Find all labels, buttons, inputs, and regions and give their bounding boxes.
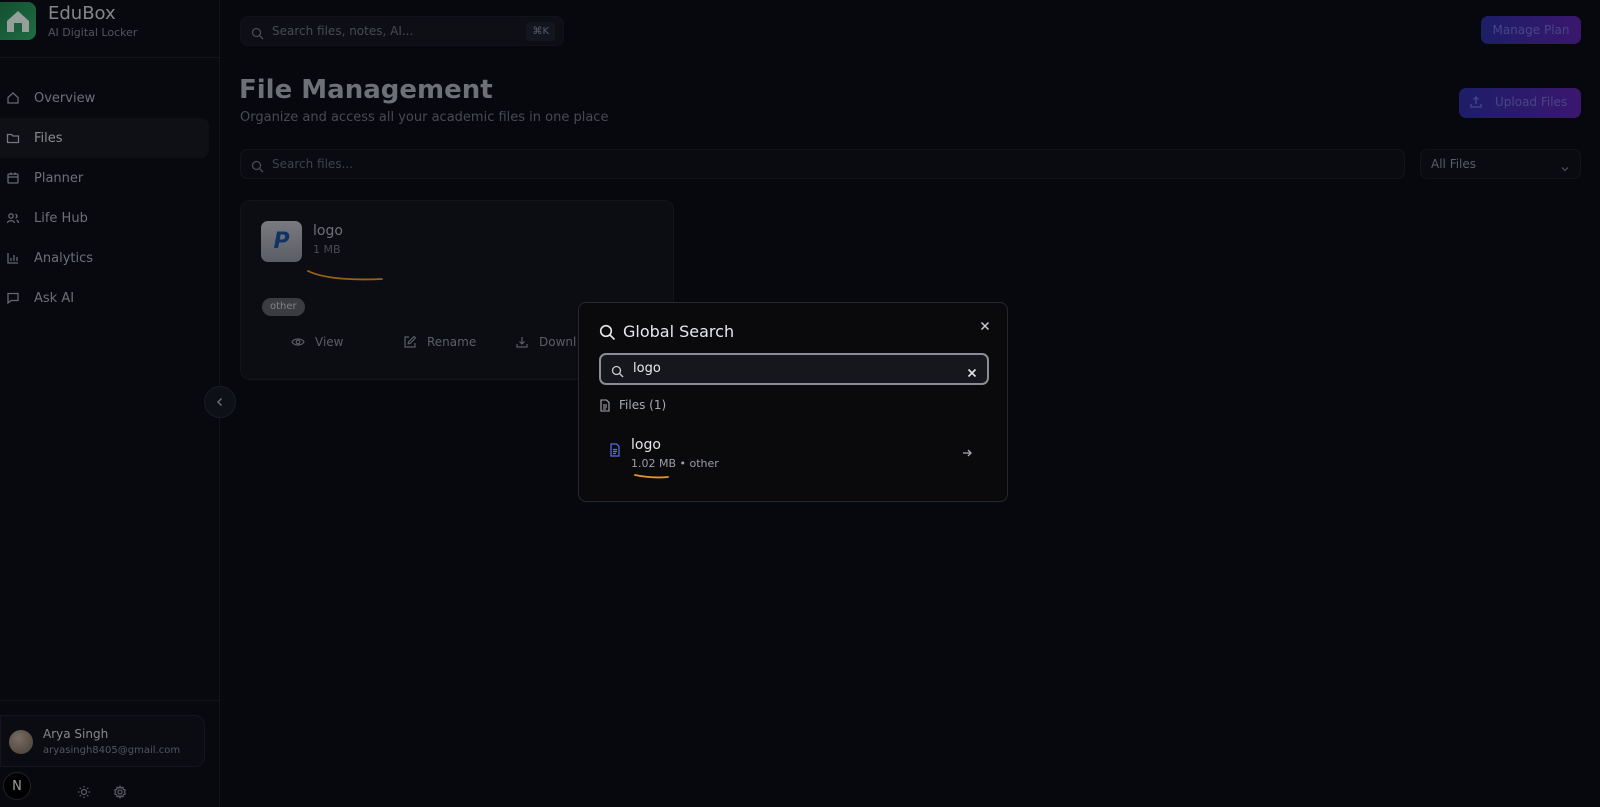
search-query-value: logo (633, 361, 661, 376)
global-search-query-input[interactable]: logo (599, 353, 989, 385)
close-button[interactable] (977, 317, 993, 333)
document-icon (609, 442, 621, 461)
search-icon (599, 324, 616, 345)
orange-underline-annotation (634, 474, 669, 479)
result-meta: 1.02 MB • other (631, 457, 719, 470)
search-result-item[interactable]: logo 1.02 MB • other (599, 429, 989, 473)
clear-icon[interactable] (967, 363, 977, 382)
global-search-modal: Global Search logo Files (1) logo 1.02 M… (578, 302, 1008, 502)
modal-title: Global Search (623, 322, 735, 341)
close-icon (980, 316, 990, 335)
search-icon (611, 363, 624, 382)
result-name: logo (631, 437, 661, 453)
results-group-files: Files (1) (599, 398, 666, 412)
file-icon (599, 398, 611, 412)
arrow-right-icon (961, 444, 973, 463)
results-group-label: Files (1) (619, 398, 667, 412)
